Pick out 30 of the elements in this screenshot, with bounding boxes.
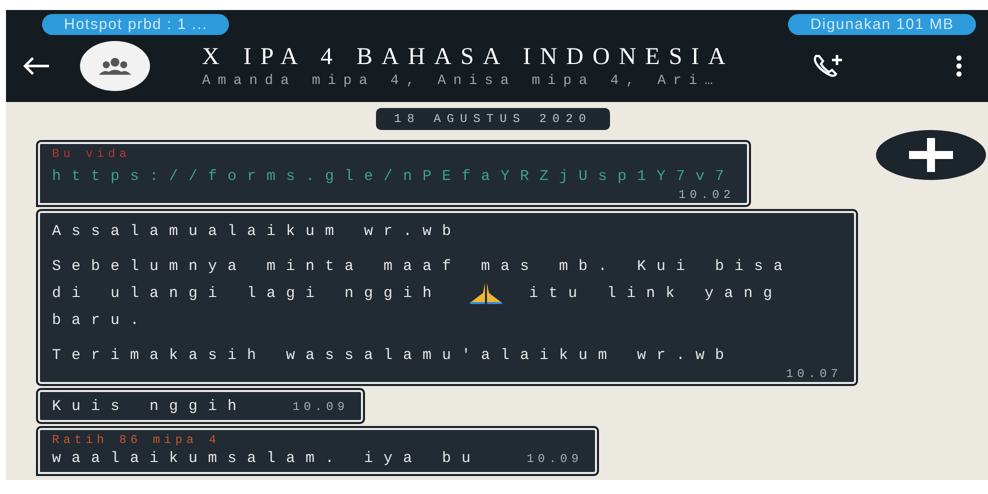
add-icon[interactable] [876,130,986,180]
message-bubble[interactable]: Ratih 86 mipa 4 waalaikumsalam. iya bu 10.09 [38,428,597,474]
message-text: Kuis nggih [52,398,248,415]
group-title[interactable]: X IPA 4 BAHASA INDONESIA [202,44,812,70]
message-bubble[interactable]: Bu vida https://forms.gle/nPEfaYRZjUsp1Y7v7 10.02 [38,142,749,205]
message-text: waalaikumsalam. iya bu [52,450,482,467]
back-icon[interactable] [22,56,50,76]
data-usage-indicator: Digunakan 101 MB [788,14,976,35]
message-text: Assalamualaikum wr.wb [52,223,462,240]
message-bubble[interactable]: Kuis nggih 10.09 [38,390,363,422]
sender-name: Bu vida [52,147,132,161]
group-avatar-icon[interactable] [80,41,150,91]
message-text: di ulangi lagi nggih [52,285,442,302]
praying-hands-icon [468,282,504,304]
add-call-icon[interactable] [812,53,844,79]
message-time: 10.02 [678,188,735,202]
sender-name: Ratih 86 mipa 4 [52,433,222,447]
message-time: 10.09 [292,400,349,414]
message-text: itu link yang [529,285,783,302]
menu-icon[interactable] [956,55,962,77]
message-text: Sebelumnya minta maaf mas mb. Kui bisa [52,258,794,275]
message-bubble[interactable]: Assalamualaikum wr.wb Sebelumnya minta maaf mas mb. Kui bisa di ulangi lagi nggih itu link yang baru. Terimakasih wassalamu'alaikum wr.wb 10.07 [38,211,856,384]
hotspot-indicator: Hotspot prbd : 1 ... [42,14,230,35]
message-text: baru. [52,312,150,329]
message-link[interactable]: https://forms.gle/nPEfaYRZjUsp1Y7v7 [52,168,735,185]
date-chip: 18 AGUSTUS 2020 [376,108,610,130]
message-text: Terimakasih wassalamu'alaikum wr.wb [52,347,735,364]
message-time: 10.09 [526,452,583,466]
group-members: Amanda mipa 4, Anisa mipa 4, Ari… [202,72,722,88]
message-time: 10.07 [786,367,842,381]
